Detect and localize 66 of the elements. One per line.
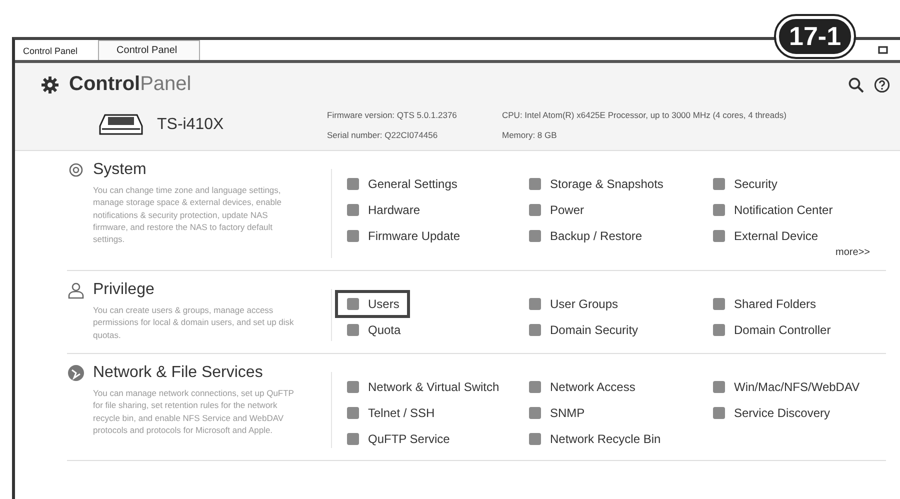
control-panel-item[interactable]: Network Access [528,378,636,396]
device-info: CPU: Intel Atom(R) x6425E Processor, up to 3000 MHz (4 cores, 4 threads) [502,110,786,120]
app-icon [528,203,542,217]
device-model: TS-i410X [157,116,225,134]
app-icon [528,380,542,394]
app-icon [712,323,726,337]
app-icon [712,406,726,420]
app-icon [346,432,360,446]
control-panel-item[interactable]: Firmware Update [346,227,460,245]
control-panel-item[interactable]: QuFTP Service [346,430,450,448]
control-panel-item[interactable]: Domain Security [528,321,638,339]
control-panel-item[interactable]: User Groups [528,295,618,313]
app-icon [346,177,360,191]
section-title: Privilege [93,281,154,299]
more-link[interactable]: more>> [346,247,896,258]
help-icon [874,76,890,92]
control-panel-item[interactable]: General Settings [346,175,458,193]
device-info: Firmware version: QTS 5.0.1.2376 [327,110,458,120]
person-icon [67,281,85,299]
app-icon [712,203,726,217]
device-info: Memory: 8 GB [502,130,558,140]
app-icon [346,380,360,394]
app-icon [528,177,542,191]
maximize-icon [878,45,888,55]
device-info: Serial number: Q22CI074456 [327,130,439,140]
control-panel-item[interactable]: SNMP [528,404,585,422]
control-panel-item[interactable]: Storage & Snapshots [528,175,664,193]
app-icon [528,432,542,446]
app-icon [346,323,360,337]
app-icon [528,297,542,311]
app-icon [346,229,360,243]
app-icon [528,323,542,337]
app-icon [528,406,542,420]
app-icon [712,229,726,243]
control-panel-item[interactable]: Quota [346,321,401,339]
section-title: Network & File Services [93,364,263,382]
tab[interactable]: Control Panel [15,43,88,60]
control-panel-item[interactable]: External Device [712,227,818,245]
control-panel-item[interactable]: Win/Mac/NFS/WebDAV [712,378,860,396]
control-panel-item[interactable]: Notification Center [712,201,833,219]
nas-device-icon [99,112,143,138]
control-panel-item[interactable]: Backup / Restore [528,227,642,245]
control-panel-item[interactable]: Shared Folders [712,295,816,313]
control-panel-item[interactable]: Security [712,175,778,193]
control-panel-item[interactable]: Power [528,201,584,219]
section-description: You can create users & groups, manage access permissions for local & domain users, and set up disk quotas. [93,304,295,341]
tab[interactable]: Control Panel [98,40,200,60]
app-icon [712,177,726,191]
app-icon [528,229,542,243]
control-panel-item[interactable]: Network Recycle Bin [528,430,661,448]
section-description: You can change time zone and language settings, manage storage space & external devices, enable notifications & security protection, update NAS firmware, and restore the NAS to factory default settings. [93,184,283,246]
control-panel-item[interactable]: Domain Controller [712,321,831,339]
control-panel-item[interactable]: Network & Virtual Switch [346,378,500,396]
callout-badge: 17-1 [776,16,854,57]
section-description: You can manage network connections, set up QuFTP for file sharing, set retention rules for the network recycle bin, and enable NFS Service and WebDAV protocols and protocols for Microsoft and Apple. [93,386,295,436]
app-icon [346,203,360,217]
search-icon [848,76,864,92]
app-title: ControlPanel [69,73,192,96]
app-icon [712,297,726,311]
section-title: System [93,161,146,179]
control-panel-item[interactable]: Service Discovery [712,404,830,422]
app-icon [346,297,360,311]
app-icon [346,406,360,420]
control-panel-item[interactable]: Telnet / SSH [346,404,435,422]
app-icon [712,380,726,394]
control-panel-item[interactable]: Hardware [346,201,420,219]
